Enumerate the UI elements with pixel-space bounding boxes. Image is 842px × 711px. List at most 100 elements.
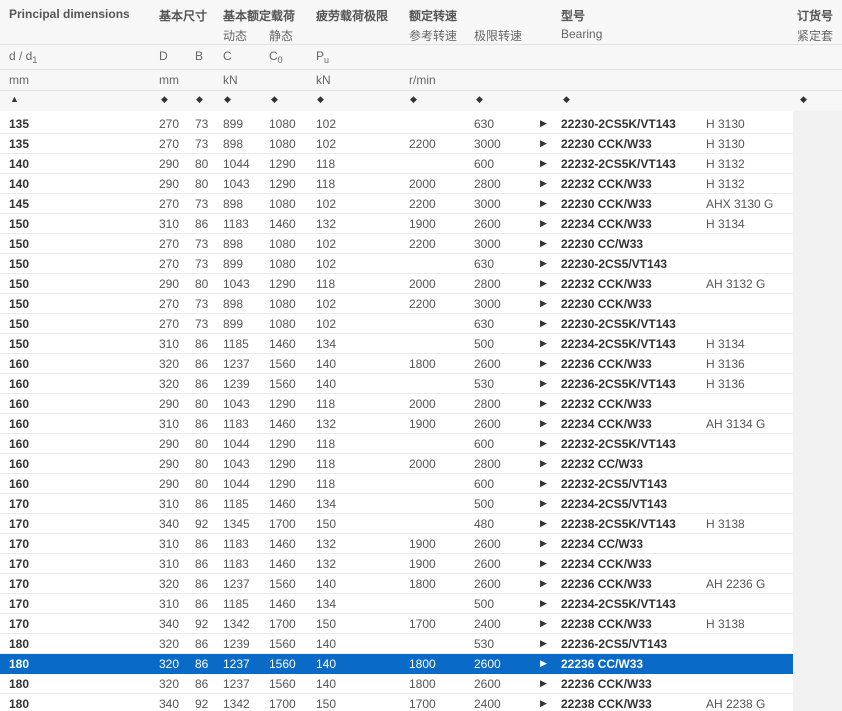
cell-bearing[interactable]: 22232-2CS5K/VT143 bbox=[561, 157, 676, 171]
table-row[interactable]: 170 320 86 1237 1560 140 1800 2600 22236 CCK/W33… bbox=[0, 574, 793, 594]
expand-arrow-icon[interactable]: ▶ bbox=[540, 398, 547, 409]
expand-arrow-icon[interactable]: ▶ bbox=[540, 338, 547, 349]
table-row[interactable]: 170 340 92 1342 1700 150 1700 2400 22238 CCK/W33… bbox=[0, 614, 793, 634]
cell-bearing[interactable]: 22232 CCK/W33 bbox=[561, 397, 652, 411]
expand-arrow-icon[interactable]: ▶ bbox=[540, 438, 547, 449]
expand-arrow-icon[interactable]: ▶ bbox=[540, 478, 547, 489]
expand-arrow-icon[interactable]: ▶ bbox=[540, 118, 547, 129]
table-row[interactable]: 140 290 80 1043 1290 118 2000 2800 22232 CCK/W33… bbox=[0, 174, 793, 194]
cell-bearing[interactable]: 22238 CCK/W33 bbox=[561, 697, 652, 711]
expand-arrow-icon[interactable]: ▶ bbox=[540, 458, 547, 469]
expand-arrow-icon[interactable]: ▶ bbox=[540, 298, 547, 309]
expand-arrow-icon[interactable]: ▶ bbox=[540, 538, 547, 549]
cell-bearing[interactable]: 22230-2CS5/VT143 bbox=[561, 257, 667, 271]
table-row[interactable]: 150 270 73 898 1080 102 2200 3000 22230 CC/W33 ▶ bbox=[0, 234, 793, 254]
table-row[interactable]: 180 320 86 1237 1560 140 1800 2600 22236 CCK/W33… bbox=[0, 674, 793, 694]
expand-arrow-icon[interactable]: ▶ bbox=[540, 618, 547, 629]
sort-limit-speed-button[interactable]: ◆ bbox=[476, 94, 483, 105]
table-row[interactable]: 170 310 86 1185 1460 134 500 22234-2CS5/VT143 ▶ bbox=[0, 494, 793, 514]
table-row[interactable]: 150 290 80 1043 1290 118 2000 2800 22232 CCK/W33… bbox=[0, 274, 793, 294]
table-row[interactable]: 160 320 86 1239 1560 140 530 22236-2CS5K/VT143 H… bbox=[0, 374, 793, 394]
table-row[interactable]: 160 290 80 1044 1290 118 600 22232-2CS5K/VT143 ▶ bbox=[0, 434, 793, 454]
expand-arrow-icon[interactable]: ▶ bbox=[540, 178, 547, 189]
table-row[interactable]: 160 310 86 1183 1460 132 1900 2600 22234 CCK/W33… bbox=[0, 414, 793, 434]
table-row[interactable]: 170 310 86 1185 1460 134 500 22234-2CS5K/VT143 ▶ bbox=[0, 594, 793, 614]
sort-d-button[interactable]: ▲ bbox=[10, 94, 19, 104]
expand-arrow-icon[interactable]: ▶ bbox=[540, 138, 547, 149]
expand-arrow-icon[interactable]: ▶ bbox=[540, 578, 547, 589]
table-row[interactable]: 150 270 73 898 1080 102 2200 3000 22230 CCK/W33 ▶ bbox=[0, 294, 793, 314]
expand-arrow-icon[interactable]: ▶ bbox=[540, 158, 547, 169]
cell-bearing[interactable]: 22236-2CS5/VT143 bbox=[561, 637, 667, 651]
table-row[interactable]: 140 290 80 1044 1290 118 600 22232-2CS5K/VT143 H… bbox=[0, 154, 793, 174]
table-row[interactable]: 150 310 86 1183 1460 132 1900 2600 22234 CCK/W33… bbox=[0, 214, 793, 234]
cell-bearing[interactable]: 22236 CC/W33 bbox=[561, 657, 643, 671]
sort-C0-button[interactable]: ◆ bbox=[271, 94, 278, 105]
expand-arrow-icon[interactable]: ▶ bbox=[540, 698, 547, 709]
expand-arrow-icon[interactable]: ▶ bbox=[540, 518, 547, 529]
cell-bearing[interactable]: 22232-2CS5/VT143 bbox=[561, 477, 667, 491]
table-row[interactable]: 145 270 73 898 1080 102 2200 3000 22230 CCK/W33 A… bbox=[0, 194, 793, 214]
sort-C-button[interactable]: ◆ bbox=[224, 94, 231, 105]
table-row[interactable]: 170 310 86 1183 1460 132 1900 2600 22234 CC/W33 ▶ bbox=[0, 534, 793, 554]
table-row[interactable]: 160 290 80 1043 1290 118 2000 2800 22232 CCK/W33… bbox=[0, 394, 793, 414]
cell-bearing[interactable]: 22236 CCK/W33 bbox=[561, 357, 652, 371]
cell-bearing[interactable]: 22232 CCK/W33 bbox=[561, 277, 652, 291]
expand-arrow-icon[interactable]: ▶ bbox=[540, 658, 547, 669]
cell-bearing[interactable]: 22234-2CS5K/VT143 bbox=[561, 337, 676, 351]
cell-bearing[interactable]: 22238-2CS5K/VT143 bbox=[561, 517, 676, 531]
cell-bearing[interactable]: 22234-2CS5/VT143 bbox=[561, 497, 667, 511]
expand-arrow-icon[interactable]: ▶ bbox=[540, 238, 547, 249]
expand-arrow-icon[interactable]: ▶ bbox=[540, 378, 547, 389]
table-row[interactable]: 170 340 92 1345 1700 150 480 22238-2CS5K/VT143 H… bbox=[0, 514, 793, 534]
expand-arrow-icon[interactable]: ▶ bbox=[540, 678, 547, 689]
cell-bearing[interactable]: 22234-2CS5K/VT143 bbox=[561, 597, 676, 611]
cell-bearing[interactable]: 22230-2CS5K/VT143 bbox=[561, 317, 676, 331]
sort-ref-speed-button[interactable]: ◆ bbox=[410, 94, 417, 105]
table-row[interactable]: 150 270 73 899 1080 102 630 22230-2CS5K/VT143 ▶ bbox=[0, 314, 793, 334]
expand-arrow-icon[interactable]: ▶ bbox=[540, 198, 547, 209]
table-row[interactable]: 150 310 86 1185 1460 134 500 22234-2CS5K/VT143 H… bbox=[0, 334, 793, 354]
table-row[interactable]: 170 310 86 1183 1460 132 1900 2600 22234 CCK/W33… bbox=[0, 554, 793, 574]
cell-bearing[interactable]: 22230-2CS5K/VT143 bbox=[561, 117, 676, 131]
expand-arrow-icon[interactable]: ▶ bbox=[540, 258, 547, 269]
expand-arrow-icon[interactable]: ▶ bbox=[540, 358, 547, 369]
expand-arrow-icon[interactable]: ▶ bbox=[540, 318, 547, 329]
sort-B-button[interactable]: ◆ bbox=[196, 94, 203, 105]
cell-bearing[interactable]: 22232 CCK/W33 bbox=[561, 177, 652, 191]
table-row[interactable]: 150 270 73 899 1080 102 630 22230-2CS5/VT143 ▶ bbox=[0, 254, 793, 274]
cell-bearing[interactable]: 22232 CC/W33 bbox=[561, 457, 643, 471]
cell-bearing[interactable]: 22230 CCK/W33 bbox=[561, 297, 652, 311]
sort-Pu-button[interactable]: ◆ bbox=[317, 94, 324, 105]
cell-bearing[interactable]: 22238 CCK/W33 bbox=[561, 617, 652, 631]
expand-arrow-icon[interactable]: ▶ bbox=[540, 418, 547, 429]
cell-bearing[interactable]: 22230 CCK/W33 bbox=[561, 137, 652, 151]
expand-arrow-icon[interactable]: ▶ bbox=[540, 498, 547, 509]
expand-arrow-icon[interactable]: ▶ bbox=[540, 278, 547, 289]
cell-bearing[interactable]: 22232-2CS5K/VT143 bbox=[561, 437, 676, 451]
cell-bearing[interactable]: 22234 CCK/W33 bbox=[561, 217, 652, 231]
cell-bearing[interactable]: 22230 CC/W33 bbox=[561, 237, 643, 251]
table-row[interactable]: 180 320 86 1237 1560 140 1800 2600 22236 CC/W33 ▶ bbox=[0, 654, 793, 674]
table-row[interactable]: 160 320 86 1237 1560 140 1800 2600 22236 CCK/W33… bbox=[0, 354, 793, 374]
expand-arrow-icon[interactable]: ▶ bbox=[540, 598, 547, 609]
table-row[interactable]: 180 320 86 1239 1560 140 530 22236-2CS5/VT143 ▶ bbox=[0, 634, 793, 654]
cell-bearing[interactable]: 22230 CCK/W33 bbox=[561, 197, 652, 211]
table-row[interactable]: 180 340 92 1342 1700 150 1700 2400 22238 CCK/W33… bbox=[0, 694, 793, 711]
cell-bearing[interactable]: 22234 CCK/W33 bbox=[561, 417, 652, 431]
cell-bearing[interactable]: 22234 CC/W33 bbox=[561, 537, 643, 551]
cell-bearing[interactable]: 22236 CCK/W33 bbox=[561, 577, 652, 591]
expand-arrow-icon[interactable]: ▶ bbox=[540, 218, 547, 229]
sort-D-button[interactable]: ◆ bbox=[161, 94, 168, 105]
cell-bearing[interactable]: 22236-2CS5K/VT143 bbox=[561, 377, 676, 391]
table-row[interactable]: 160 290 80 1043 1290 118 2000 2800 22232 CC/W33 ▶ bbox=[0, 454, 793, 474]
table-row[interactable]: 135 270 73 898 1080 102 2200 3000 22230 CCK/W33 H… bbox=[0, 134, 793, 154]
cell-bearing[interactable]: 22234 CCK/W33 bbox=[561, 557, 652, 571]
expand-arrow-icon[interactable]: ▶ bbox=[540, 558, 547, 569]
sort-order-button[interactable]: ◆ bbox=[800, 94, 807, 105]
sort-bearing-button[interactable]: ◆ bbox=[563, 94, 570, 105]
table-row[interactable]: 160 290 80 1044 1290 118 600 22232-2CS5/VT143 ▶ bbox=[0, 474, 793, 494]
table-row[interactable]: 135 270 73 899 1080 102 630 22230-2CS5K/VT143 H … bbox=[0, 114, 793, 134]
expand-arrow-icon[interactable]: ▶ bbox=[540, 638, 547, 649]
cell-bearing[interactable]: 22236 CCK/W33 bbox=[561, 677, 652, 691]
